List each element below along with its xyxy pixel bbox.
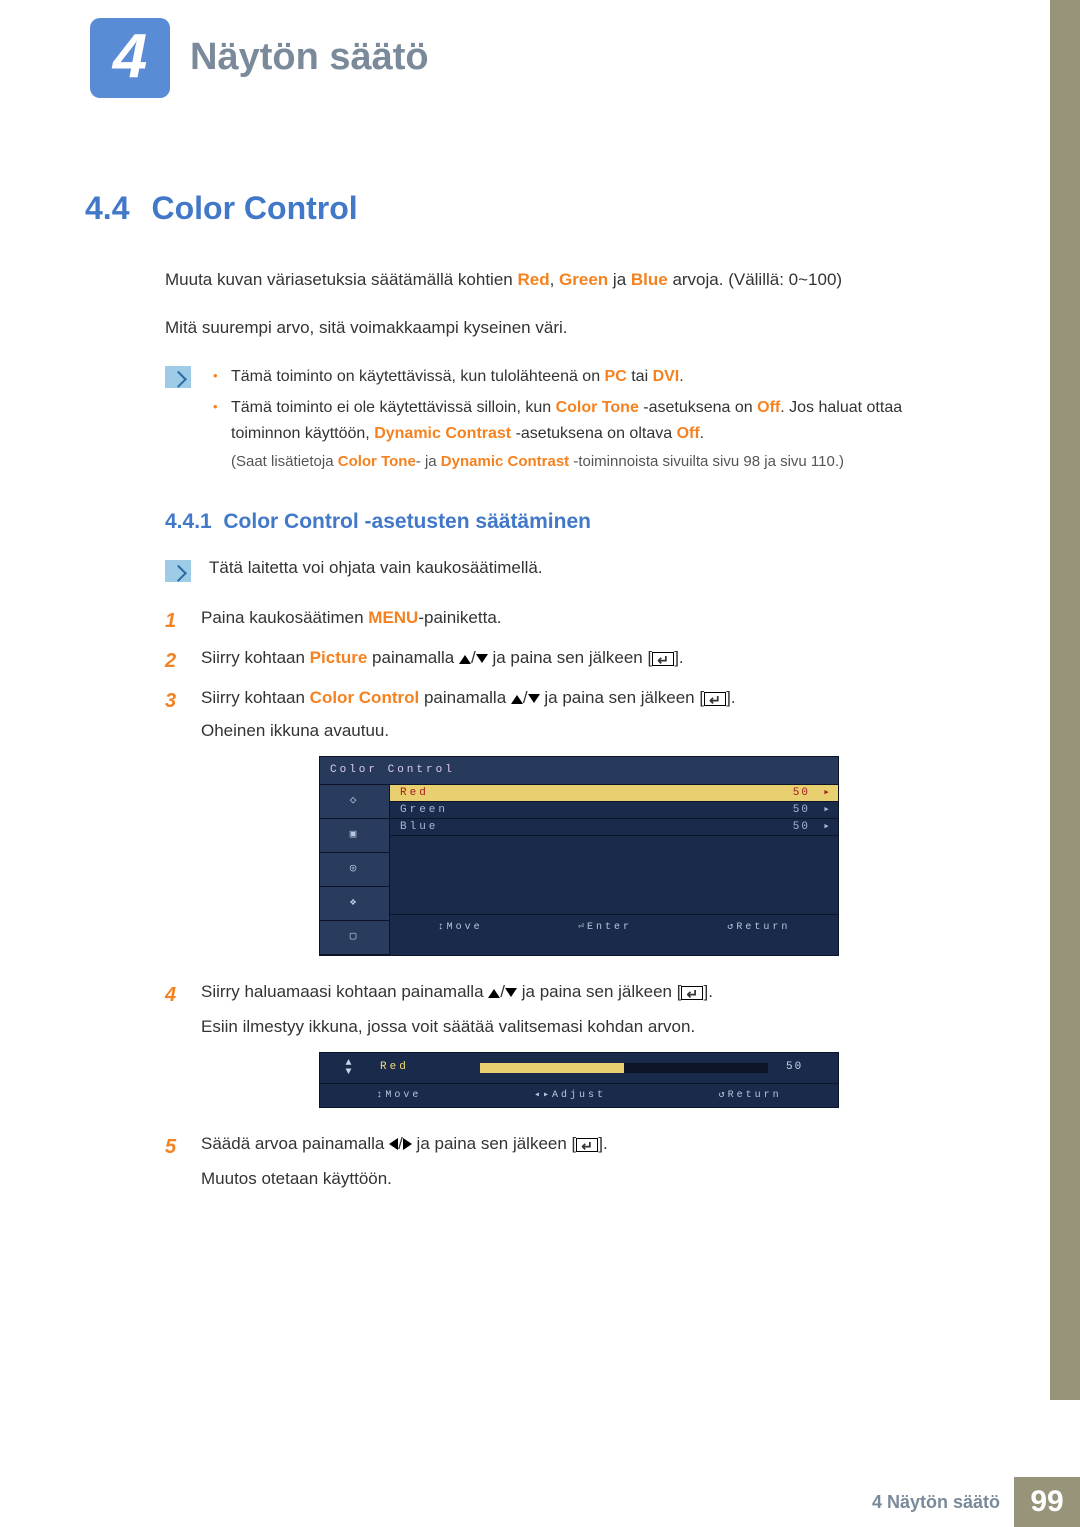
note1-subtext: (Saat lisätietoja Color Tone- ja Dynamic… [231, 450, 955, 474]
note-icon [165, 366, 191, 388]
step-number: 5 [165, 1130, 185, 1194]
enter-icon [704, 692, 726, 706]
osd-sidebar-icon: ▣ [320, 819, 389, 853]
note-block-2: Tätä laitetta voi ohjata vain kaukosääti… [165, 558, 955, 582]
osd-sidebar-icon: ▢ [320, 921, 389, 955]
intro-paragraph-1: Muuta kuvan väriasetuksia säätämällä koh… [165, 267, 955, 293]
step-number: 4 [165, 978, 185, 1124]
step-4: 4 Siirry haluamaasi kohtaan painamalla /… [165, 978, 955, 1124]
step-number: 1 [165, 604, 185, 638]
section-title: Color Control [151, 190, 357, 227]
down-arrow-icon [528, 694, 540, 703]
intro-paragraph-2: Mitä suurempi arvo, sitä voimakkaampi ky… [165, 315, 955, 341]
osd-sidebar-icon: ❖ [320, 887, 389, 921]
chapter-number-badge: 4 [90, 18, 170, 98]
down-arrow-icon [505, 988, 517, 997]
up-arrow-icon [488, 989, 500, 998]
note-icon [165, 560, 191, 582]
note1-bullet-1: Tämä toiminto on käytettävissä, kun tulo… [209, 364, 955, 390]
section-heading: 4.4 Color Control [85, 190, 955, 227]
page-sidebar-stripe [1050, 0, 1080, 1400]
enter-icon [652, 652, 674, 666]
osd-slider-menu: ▲▼ Red 50 ↕Move ◂▸Adjust ↺Return [319, 1052, 839, 1108]
chevron-right-icon: ▸ [818, 801, 838, 820]
section-number: 4.4 [85, 190, 129, 227]
osd-footer: ↕Move ⏎Enter ↺Return [390, 914, 838, 940]
step-2: 2 Siirry kohtaan Picture painamalla / ja… [165, 644, 955, 678]
enter-icon [576, 1138, 598, 1152]
osd-main: Red 50 ▸ Green 50 ▸ Blue 50 [390, 785, 838, 955]
osd-row-red: Red 50 ▸ [390, 785, 838, 802]
left-arrow-icon [389, 1138, 398, 1150]
chevron-right-icon: ▸ [818, 818, 838, 837]
right-arrow-icon [403, 1138, 412, 1150]
osd-updown-icon: ▲▼ [320, 1059, 380, 1077]
up-arrow-icon [459, 655, 471, 664]
osd-slider-fill [480, 1063, 624, 1073]
osd-slider-label: Red [380, 1058, 480, 1077]
note1-bullet-2: Tämä toiminto ei ole käytettävissä sillo… [209, 395, 955, 474]
chevron-right-icon: ▸ [818, 784, 838, 803]
up-arrow-icon [511, 695, 523, 704]
step-5: 5 Säädä arvoa painamalla / ja paina sen … [165, 1130, 955, 1194]
osd-title: Color Control [320, 757, 838, 785]
note-block-1: Tämä toiminto on käytettävissä, kun tulo… [165, 364, 955, 481]
osd-sidebar-icon: ◎ [320, 853, 389, 887]
step-3: 3 Siirry kohtaan Color Control painamall… [165, 684, 955, 971]
step-number: 2 [165, 644, 185, 678]
osd-row-green: Green 50 ▸ [390, 802, 838, 819]
step-number: 3 [165, 684, 185, 971]
footer-chapter-label: 4 Näytön säätö [872, 1492, 1014, 1513]
page-number: 99 [1014, 1477, 1080, 1527]
osd-color-control-menu: Color Control ◇ ▣ ◎ ❖ ▢ Red 50 [319, 756, 839, 956]
subsection-heading: 4.4.1 Color Control -asetusten säätämine… [165, 510, 955, 534]
enter-icon [681, 986, 703, 1000]
osd-slider-bar [480, 1063, 768, 1073]
page-footer: 4 Näytön säätö 99 [0, 1477, 1080, 1527]
osd-row-blue: Blue 50 ▸ [390, 819, 838, 836]
osd-footer: ↕Move ◂▸Adjust ↺Return [320, 1083, 838, 1107]
osd-sidebar-icon: ◇ [320, 785, 389, 819]
chapter-title: Näytön säätö [190, 36, 429, 79]
down-arrow-icon [476, 654, 488, 663]
osd-sidebar: ◇ ▣ ◎ ❖ ▢ [320, 785, 390, 955]
osd-slider-value: 50 [768, 1058, 838, 1077]
step-1: 1 Paina kaukosäätimen MENU-painiketta. [165, 604, 955, 638]
